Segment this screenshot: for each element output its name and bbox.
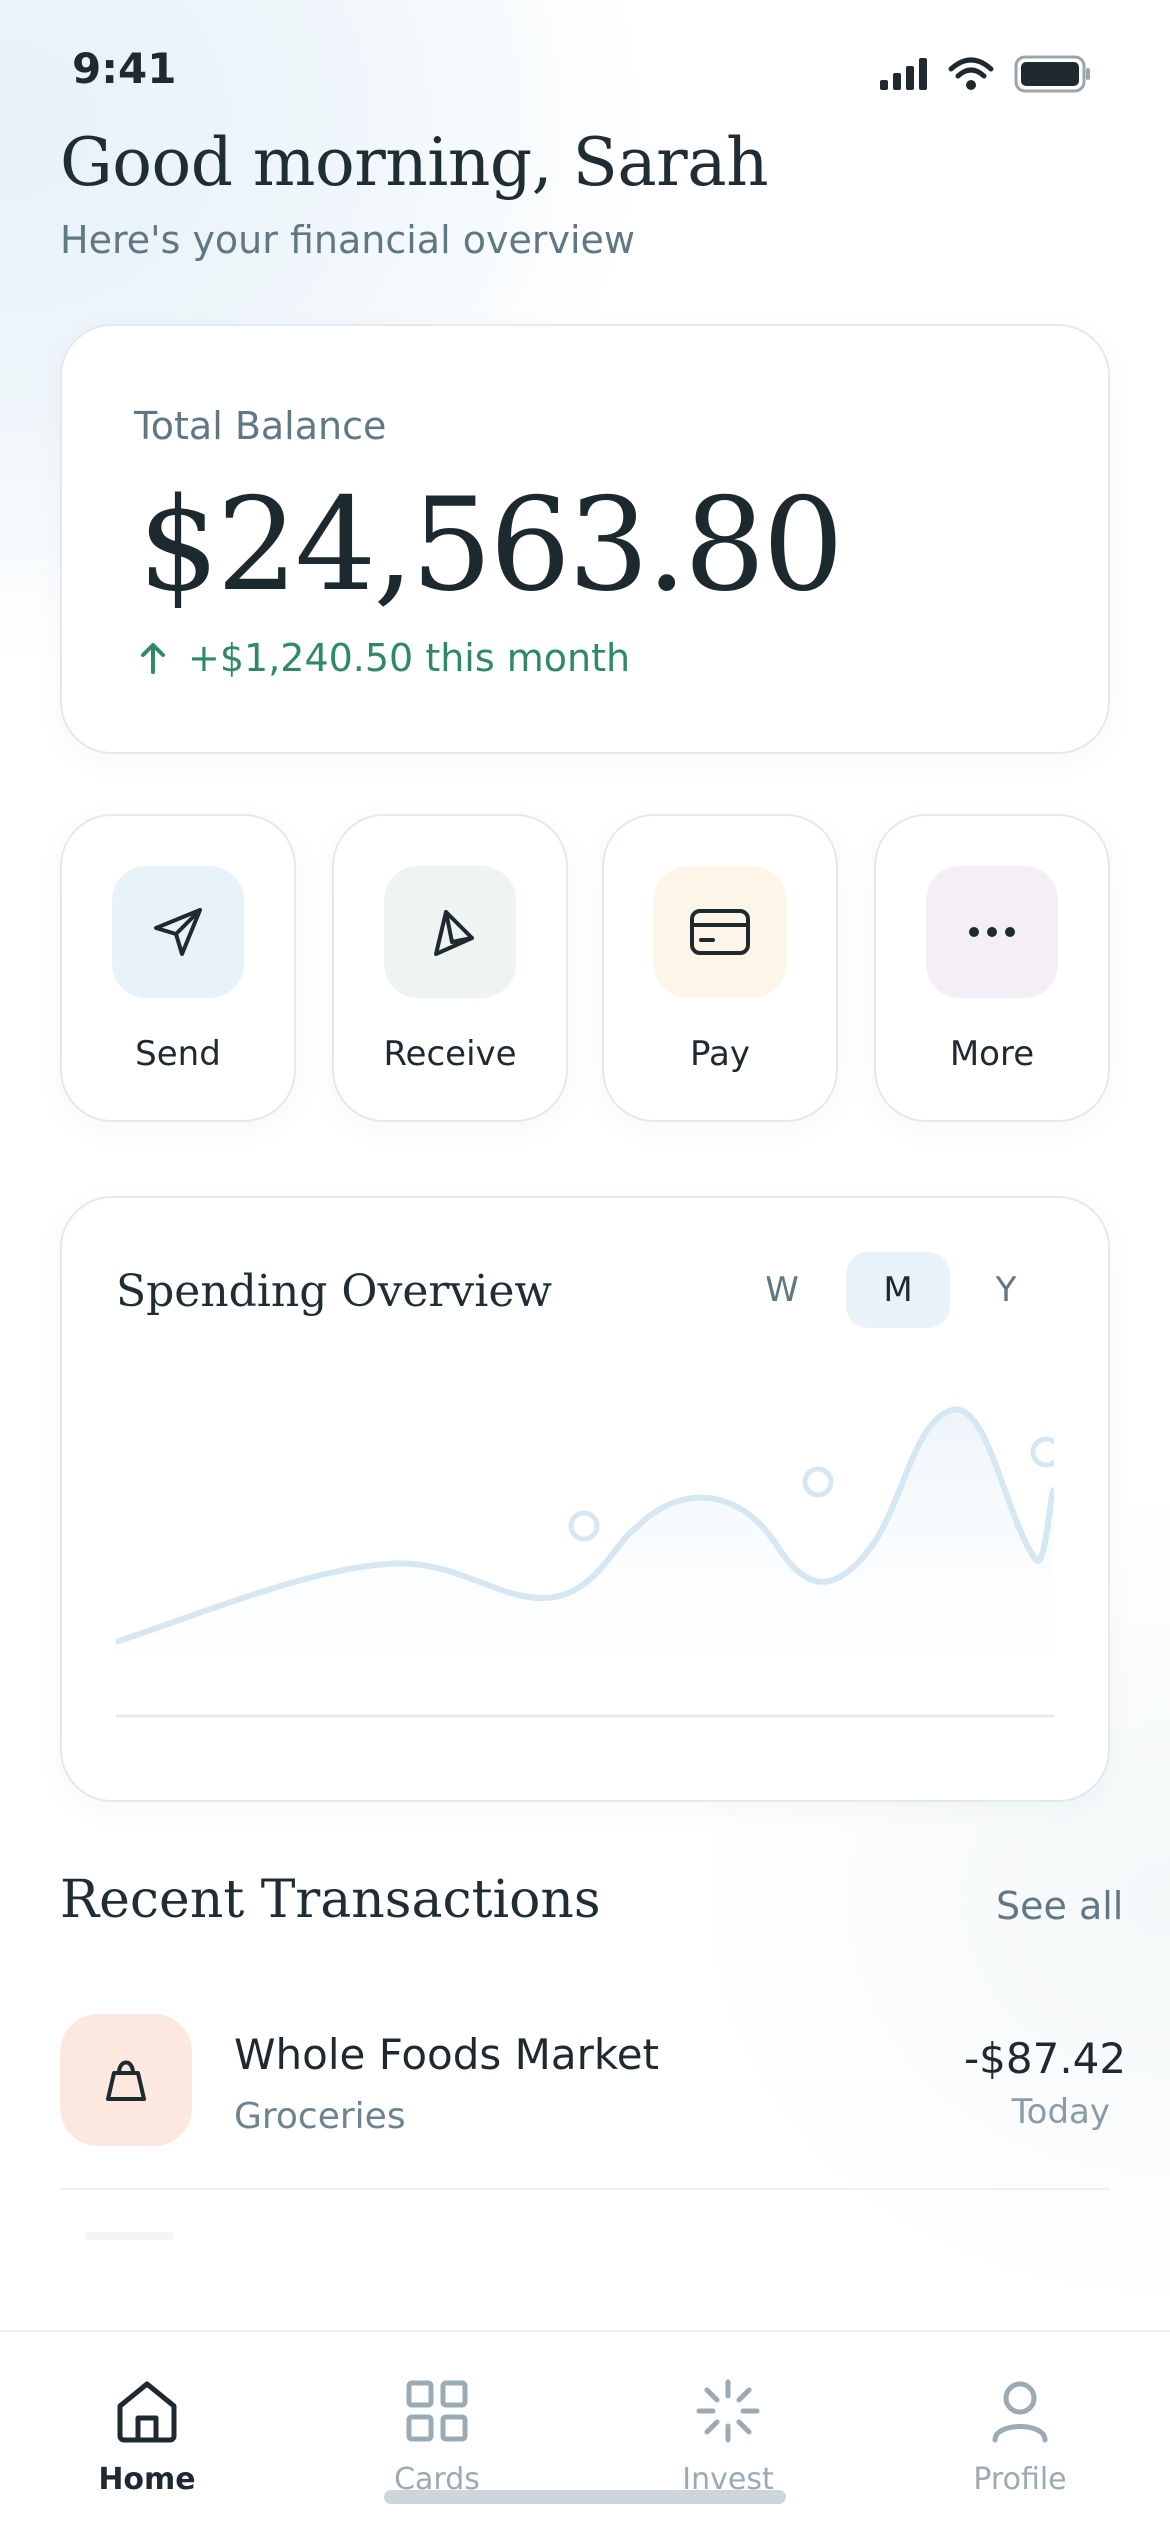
transaction-divider	[60, 2188, 1110, 2190]
transactions-title: Recent Transactions	[60, 1870, 601, 1930]
nav-cards[interactable]: Cards	[337, 2378, 537, 2497]
receive-label: Receive	[383, 1034, 517, 1074]
send-icon-box	[112, 866, 244, 998]
receive-button[interactable]: Receive	[332, 814, 568, 1122]
more-icon	[969, 927, 1015, 937]
transaction-category: Groceries	[234, 2096, 406, 2137]
nav-profile-label: Profile	[973, 2462, 1067, 2497]
transaction-date: Today	[1011, 2092, 1110, 2132]
greeting-subtitle: Here's your financial overview	[60, 218, 635, 262]
transaction-name[interactable]: Whole Foods Market	[234, 2030, 659, 2079]
period-tab-month[interactable]: M	[846, 1252, 950, 1328]
balance-change-text: +$1,240.50 this month	[188, 636, 631, 680]
greeting-title: Good morning, Sarah	[60, 124, 769, 201]
chart-point	[1030, 1436, 1054, 1468]
battery-icon	[1014, 55, 1090, 93]
status-time: 9:41	[72, 44, 177, 93]
spending-chart	[116, 1406, 1054, 1718]
shopping-bag-icon	[106, 2060, 146, 2101]
user-icon	[992, 2381, 1048, 2443]
wifi-icon	[948, 57, 994, 90]
home-indicator	[384, 2490, 786, 2504]
see-all-link[interactable]: See all	[996, 1884, 1123, 1928]
period-tab-year[interactable]: Y	[954, 1252, 1058, 1328]
more-button[interactable]: More	[874, 814, 1110, 1122]
receive-icon	[434, 910, 474, 956]
card-icon	[690, 909, 750, 955]
nav-invest[interactable]: Invest	[628, 2378, 828, 2497]
period-tab-week[interactable]: W	[730, 1252, 834, 1328]
more-label: More	[949, 1034, 1035, 1074]
balance-value: $24,563.80	[138, 471, 844, 620]
balance-label: Total Balance	[134, 404, 387, 448]
arrow-up-icon	[141, 643, 165, 674]
next-transaction-peek	[84, 2232, 174, 2240]
pay-label: Pay	[690, 1034, 750, 1074]
spending-title: Spending Overview	[116, 1266, 553, 1317]
balance-change: +$1,240.50 this month	[140, 636, 630, 680]
nav-home-label: Home	[98, 2462, 196, 2497]
nav-profile[interactable]: Profile	[920, 2378, 1120, 2497]
grid-icon	[406, 2380, 468, 2442]
signal-icon	[880, 58, 927, 90]
chart-point	[802, 1466, 834, 1498]
home-icon	[117, 2381, 177, 2443]
send-button[interactable]: Send	[60, 814, 296, 1122]
nav-home[interactable]: Home	[47, 2378, 247, 2497]
send-icon	[154, 908, 202, 956]
transaction-amount: -$87.42	[964, 2034, 1127, 2083]
send-label: Send	[135, 1034, 221, 1074]
more-icon-box	[926, 866, 1058, 998]
chart-point	[568, 1510, 600, 1542]
receive-icon-box	[384, 866, 516, 998]
status-icons	[880, 52, 1100, 96]
transaction-icon-box	[60, 2014, 192, 2146]
pay-icon-box	[654, 866, 786, 998]
loader-icon	[696, 2379, 760, 2443]
pay-button[interactable]: Pay	[602, 814, 838, 1122]
